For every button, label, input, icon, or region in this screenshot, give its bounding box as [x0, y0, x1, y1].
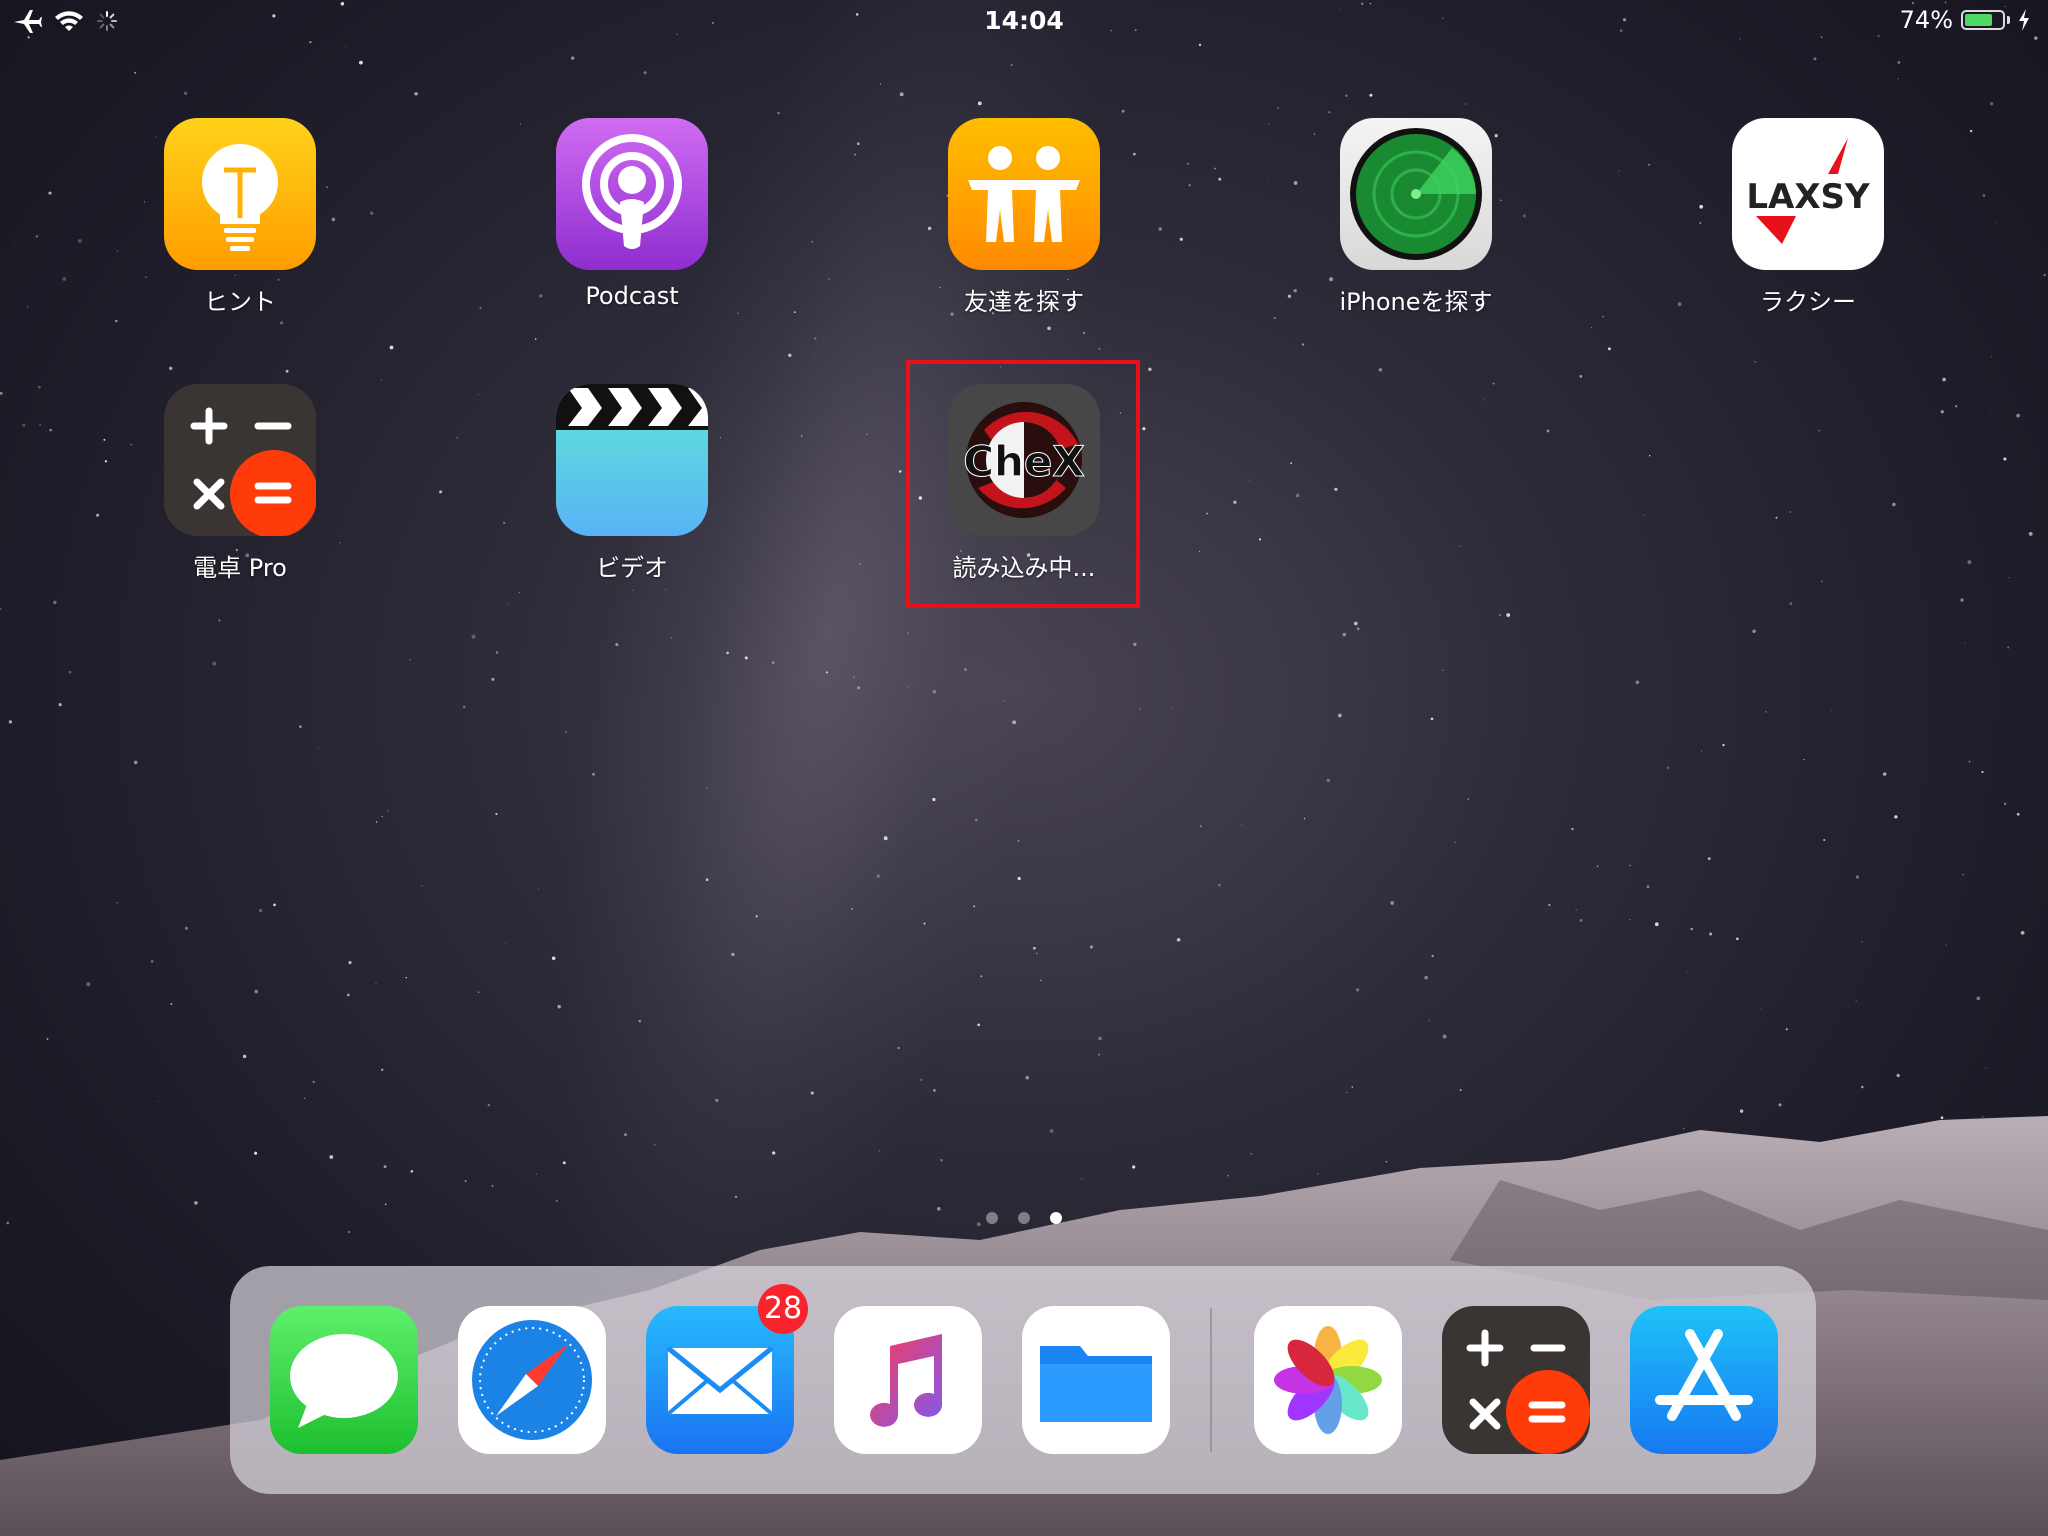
dock-safari[interactable] [458, 1306, 606, 1454]
speech-bubble-icon [290, 1334, 398, 1428]
find-friends-icon[interactable] [948, 118, 1100, 270]
app-label: ヒント [204, 288, 276, 316]
radar-icon[interactable] [1340, 118, 1492, 270]
laxsy-logo-text: LAXSY [1746, 177, 1870, 217]
app-label: 友達を探す [964, 288, 1084, 316]
page-dot[interactable] [1050, 1212, 1062, 1224]
dock-files[interactable] [1022, 1306, 1170, 1454]
app-find-iphone[interactable]: iPhoneを探す [1316, 118, 1516, 317]
clapperboard-icon[interactable] [556, 384, 708, 536]
dock-messages[interactable] [270, 1306, 418, 1454]
battery-fill [1965, 14, 1992, 26]
battery-percent: 74% [1899, 6, 1953, 34]
page-dot[interactable] [986, 1212, 998, 1224]
app-label: iPhoneを探す [1339, 288, 1493, 316]
dock-calculator[interactable] [1442, 1306, 1590, 1454]
battery-icon [1961, 10, 2005, 30]
app-label: 電卓 Pro [193, 554, 287, 582]
dock-divider [1210, 1308, 1212, 1452]
app-store-icon [1655, 1329, 1753, 1421]
app-label: ビデオ [596, 554, 668, 582]
battery-cap [2007, 16, 2010, 24]
lightbulb-icon[interactable] [164, 118, 316, 270]
dock-photos[interactable] [1254, 1306, 1402, 1454]
laxsy-logo-icon[interactable]: LAXSY [1732, 118, 1884, 270]
app-calculator-pro[interactable]: 電卓 Pro [140, 384, 340, 583]
page-dot[interactable] [1018, 1212, 1030, 1224]
music-note-icon [870, 1334, 943, 1427]
dock-app-store[interactable] [1630, 1306, 1778, 1454]
highlight-box [906, 360, 1140, 608]
status-right: 74% [1900, 6, 2030, 34]
app-podcast[interactable]: Podcast [532, 118, 732, 310]
dock-music[interactable] [834, 1306, 982, 1454]
podcast-icon[interactable] [556, 118, 708, 270]
app-videos[interactable]: ビデオ [532, 384, 732, 583]
photos-flower-icon [1274, 1326, 1382, 1434]
status-time: 14:04 [984, 6, 1064, 35]
app-tips[interactable]: ヒント [140, 118, 340, 317]
status-bar: 14:04 74% [0, 0, 2048, 44]
compass-icon [472, 1320, 592, 1440]
calculator-icon [1466, 1329, 1590, 1454]
dock: 28 [230, 1266, 1816, 1494]
calculator-icon[interactable] [164, 384, 316, 536]
app-label: ラクシー [1760, 288, 1856, 316]
app-label: Podcast [585, 282, 679, 310]
app-find-friends[interactable]: 友達を探す [924, 118, 1124, 317]
folder-icon [1040, 1346, 1152, 1422]
mail-badge: 28 [758, 1284, 808, 1334]
charging-bolt-icon [2019, 9, 2029, 31]
page-indicator[interactable] [0, 1212, 2048, 1224]
app-laxsy[interactable]: LAXSY ラクシー [1708, 118, 1908, 317]
